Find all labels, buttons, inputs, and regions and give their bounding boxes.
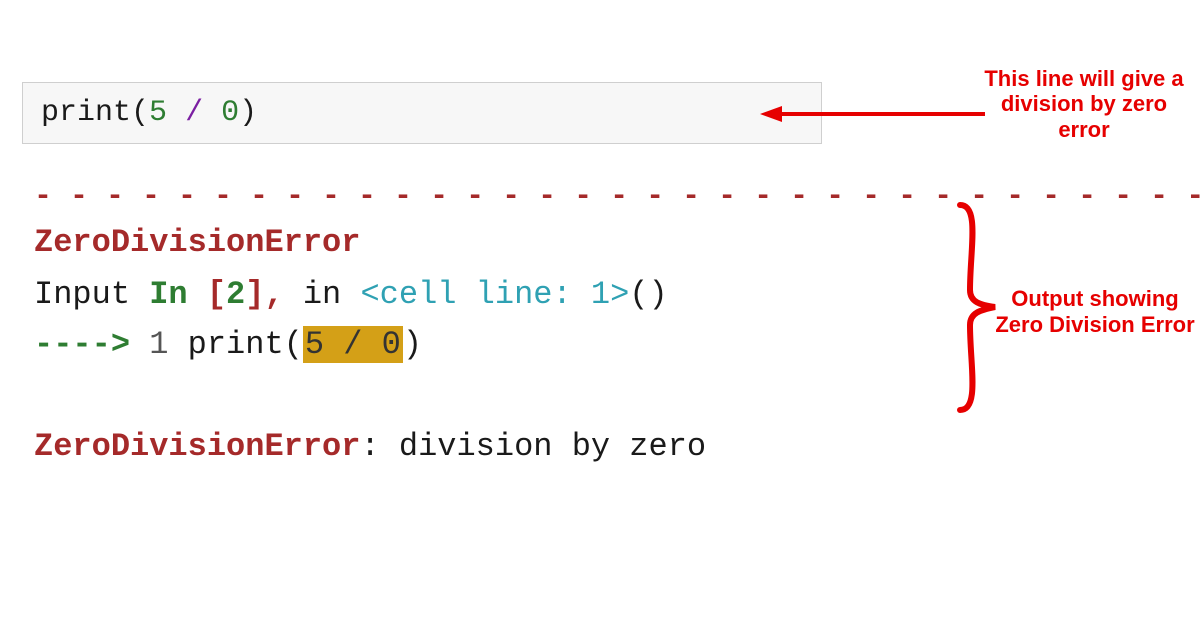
traceback-in-keyword: In <box>149 276 207 313</box>
code-token-rparen: ) <box>239 96 257 130</box>
traceback-func: print <box>188 326 284 363</box>
annotation-input-explainer: This line will give a division by zero e… <box>984 66 1184 142</box>
code-token-lparen: ( <box>131 96 149 130</box>
traceback-parens: () <box>629 276 667 313</box>
traceback-in-word: in <box>284 276 361 313</box>
traceback-input-line: Input In [2], in <cell line: 1>() <box>34 276 668 313</box>
error-separator: - - - - - - - - - - - - - - - - - - - - … <box>34 180 1200 214</box>
traceback-cell-number: 2 <box>226 276 245 313</box>
traceback-arrow: ----> <box>34 326 149 363</box>
error-message: division by zero <box>399 428 706 465</box>
curly-brace-icon <box>950 200 1000 415</box>
annotation-output-explainer: Output showing Zero Division Error <box>990 286 1200 339</box>
traceback-input-prefix: Input <box>34 276 149 313</box>
code-input-cell[interactable]: print(5 / 0) <box>22 82 822 144</box>
traceback-comma: , <box>264 276 283 313</box>
error-class-name-final: ZeroDivisionError <box>34 428 360 465</box>
traceback-cell-ref: <cell line: 1> <box>360 276 629 313</box>
traceback-lbracket: [ <box>207 276 226 313</box>
code-token-space <box>167 96 185 130</box>
traceback-lineno: 1 <box>149 326 187 363</box>
annotation-arrow-icon <box>760 104 985 124</box>
traceback-arrow-line: ----> 1 print(5 / 0) <box>34 326 422 363</box>
error-colon: : <box>360 428 398 465</box>
traceback-rparen: ) <box>403 326 422 363</box>
code-token-number: 5 <box>149 96 167 130</box>
traceback-lparen: ( <box>284 326 303 363</box>
error-class-name: ZeroDivisionError <box>34 224 360 261</box>
code-token-number: 0 <box>221 96 239 130</box>
traceback-highlighted-expr: 5 / 0 <box>303 326 403 363</box>
code-token-space <box>203 96 221 130</box>
code-token-function: print <box>41 96 131 130</box>
traceback-rbracket: ] <box>245 276 264 313</box>
error-message-line: ZeroDivisionError: division by zero <box>34 428 706 465</box>
code-token-operator: / <box>185 96 203 130</box>
